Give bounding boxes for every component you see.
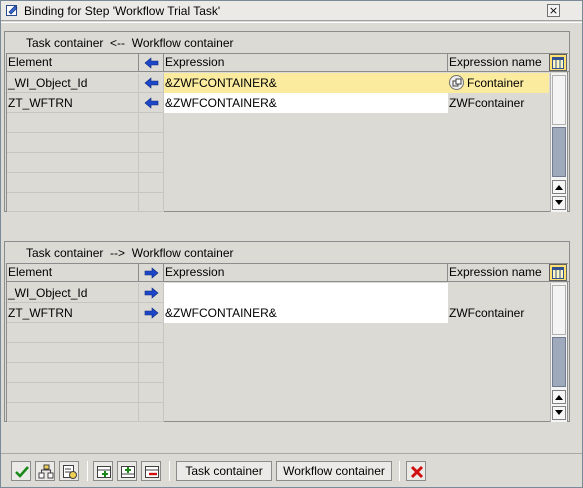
cancel-icon[interactable] [406, 461, 426, 481]
workflow-container-button[interactable]: Workflow container [276, 461, 392, 481]
binding-grid-top: Element Expression Expression name _WI_O… [6, 53, 569, 212]
table-settings-icon[interactable] [549, 264, 567, 281]
arrow-left-icon [144, 97, 159, 109]
table-row[interactable]: _WI_Object_Id &ZWFCONTAINER& Fcontainer [7, 73, 549, 93]
vertical-scrollbar[interactable] [550, 73, 567, 212]
binding-grid-bottom: Element Expression Expression name _WI_O… [6, 263, 569, 422]
scroll-thumb[interactable] [552, 337, 566, 387]
empty-cell [139, 153, 164, 173]
grid-header: Element Expression Expression name [7, 264, 569, 282]
scroll-thumb[interactable] [552, 127, 566, 177]
scroll-down-icon[interactable] [552, 406, 566, 420]
grid-header: Element Expression Expression name [7, 54, 569, 72]
scroll-track-upper [552, 285, 566, 335]
binding-arrow-cell [139, 283, 164, 303]
arrow-right-icon [144, 267, 158, 279]
arrow-right-icon [144, 307, 159, 319]
empty-cell [139, 323, 164, 343]
expression-cell[interactable]: &ZWFCONTAINER& [164, 303, 448, 323]
header-expression[interactable]: Expression [164, 264, 448, 281]
binding-arrow-cell [139, 93, 164, 113]
scroll-up-icon[interactable] [552, 390, 566, 404]
header-element[interactable]: Element [7, 264, 139, 281]
expression-name-cell: ZWFcontainer [449, 96, 525, 110]
panel-task-to-workflow: Task container --> Workflow container El… [4, 241, 570, 422]
close-icon[interactable]: × [547, 4, 560, 17]
panel-title: Task container <-- Workflow container [26, 36, 234, 50]
generate-binding-icon[interactable] [35, 461, 55, 481]
toolbar-separator [87, 461, 88, 481]
empty-cell [7, 323, 139, 343]
table-settings-icon[interactable] [549, 54, 567, 71]
expression-name-cell: ZWFcontainer [449, 306, 525, 320]
vertical-scrollbar[interactable] [550, 283, 567, 422]
binding-arrow-cell [139, 303, 164, 323]
empty-cell [139, 403, 164, 422]
expression-cell[interactable]: &ZWFCONTAINER& [164, 93, 448, 113]
binding-arrow-cell [139, 73, 164, 93]
table-row[interactable]: _WI_Object_Id [7, 283, 549, 303]
title-divider [1, 22, 582, 23]
element-cell: _WI_Object_Id [7, 283, 139, 303]
scroll-up-icon[interactable] [552, 180, 566, 194]
header-arrow [139, 264, 164, 281]
expression-name-text: Fcontainer [467, 76, 524, 90]
append-row-icon[interactable] [117, 461, 137, 481]
empty-cell [139, 133, 164, 153]
empty-cell [7, 363, 139, 383]
header-expression-name[interactable]: Expression name [448, 264, 549, 281]
binding-dialog: Binding for Step 'Workflow Trial Task' ×… [0, 0, 583, 488]
dialog-toolbar: Task container Workflow container [1, 453, 582, 487]
expression-cell[interactable]: &ZWFCONTAINER& [164, 73, 448, 93]
empty-cell [139, 193, 164, 212]
value-help-icon[interactable] [449, 75, 464, 90]
empty-cell [7, 343, 139, 363]
element-cell: _WI_Object_Id [7, 73, 139, 93]
expression-cell[interactable] [164, 283, 448, 303]
panel-task-from-workflow: Task container <-- Workflow container El… [4, 31, 570, 212]
empty-cell [139, 363, 164, 383]
check-icon[interactable] [11, 461, 31, 481]
empty-cell [7, 153, 139, 173]
empty-cell [7, 113, 139, 133]
expression-name-cell: Fcontainer [448, 73, 549, 93]
table-row[interactable]: ZT_WFTRN &ZWFCONTAINER& ZWFcontainer [7, 93, 549, 113]
expression-name-cell [448, 283, 549, 303]
element-cell: ZT_WFTRN [7, 303, 139, 323]
window-title: Binding for Step 'Workflow Trial Task' [24, 4, 221, 18]
header-element[interactable]: Element [7, 54, 139, 71]
insert-row-icon[interactable] [93, 461, 113, 481]
empty-cell [139, 173, 164, 193]
arrow-left-icon [144, 77, 159, 89]
header-arrow [139, 54, 164, 71]
empty-cell [7, 193, 139, 212]
element-cell: ZT_WFTRN [7, 93, 139, 113]
arrow-right-icon [144, 287, 159, 299]
panel-title: Task container --> Workflow container [26, 246, 234, 260]
toolbar-separator [399, 461, 400, 481]
empty-cell [139, 113, 164, 133]
dialog-icon [6, 4, 20, 17]
arrow-left-icon [144, 57, 158, 69]
empty-cell [139, 343, 164, 363]
title-bar: Binding for Step 'Workflow Trial Task' × [1, 1, 582, 21]
empty-cell [7, 133, 139, 153]
task-container-button[interactable]: Task container [176, 461, 272, 481]
scroll-down-icon[interactable] [552, 196, 566, 210]
empty-cell [7, 173, 139, 193]
header-expression-name[interactable]: Expression name [448, 54, 549, 71]
empty-cell [7, 383, 139, 403]
scroll-track-upper [552, 75, 566, 125]
delete-row-icon[interactable] [141, 461, 161, 481]
empty-cell [7, 403, 139, 422]
check-binding-icon[interactable] [59, 461, 79, 481]
table-row[interactable]: ZT_WFTRN &ZWFCONTAINER& ZWFcontainer [7, 303, 549, 323]
toolbar-separator [169, 461, 170, 481]
empty-cell [139, 383, 164, 403]
header-expression[interactable]: Expression [164, 54, 448, 71]
